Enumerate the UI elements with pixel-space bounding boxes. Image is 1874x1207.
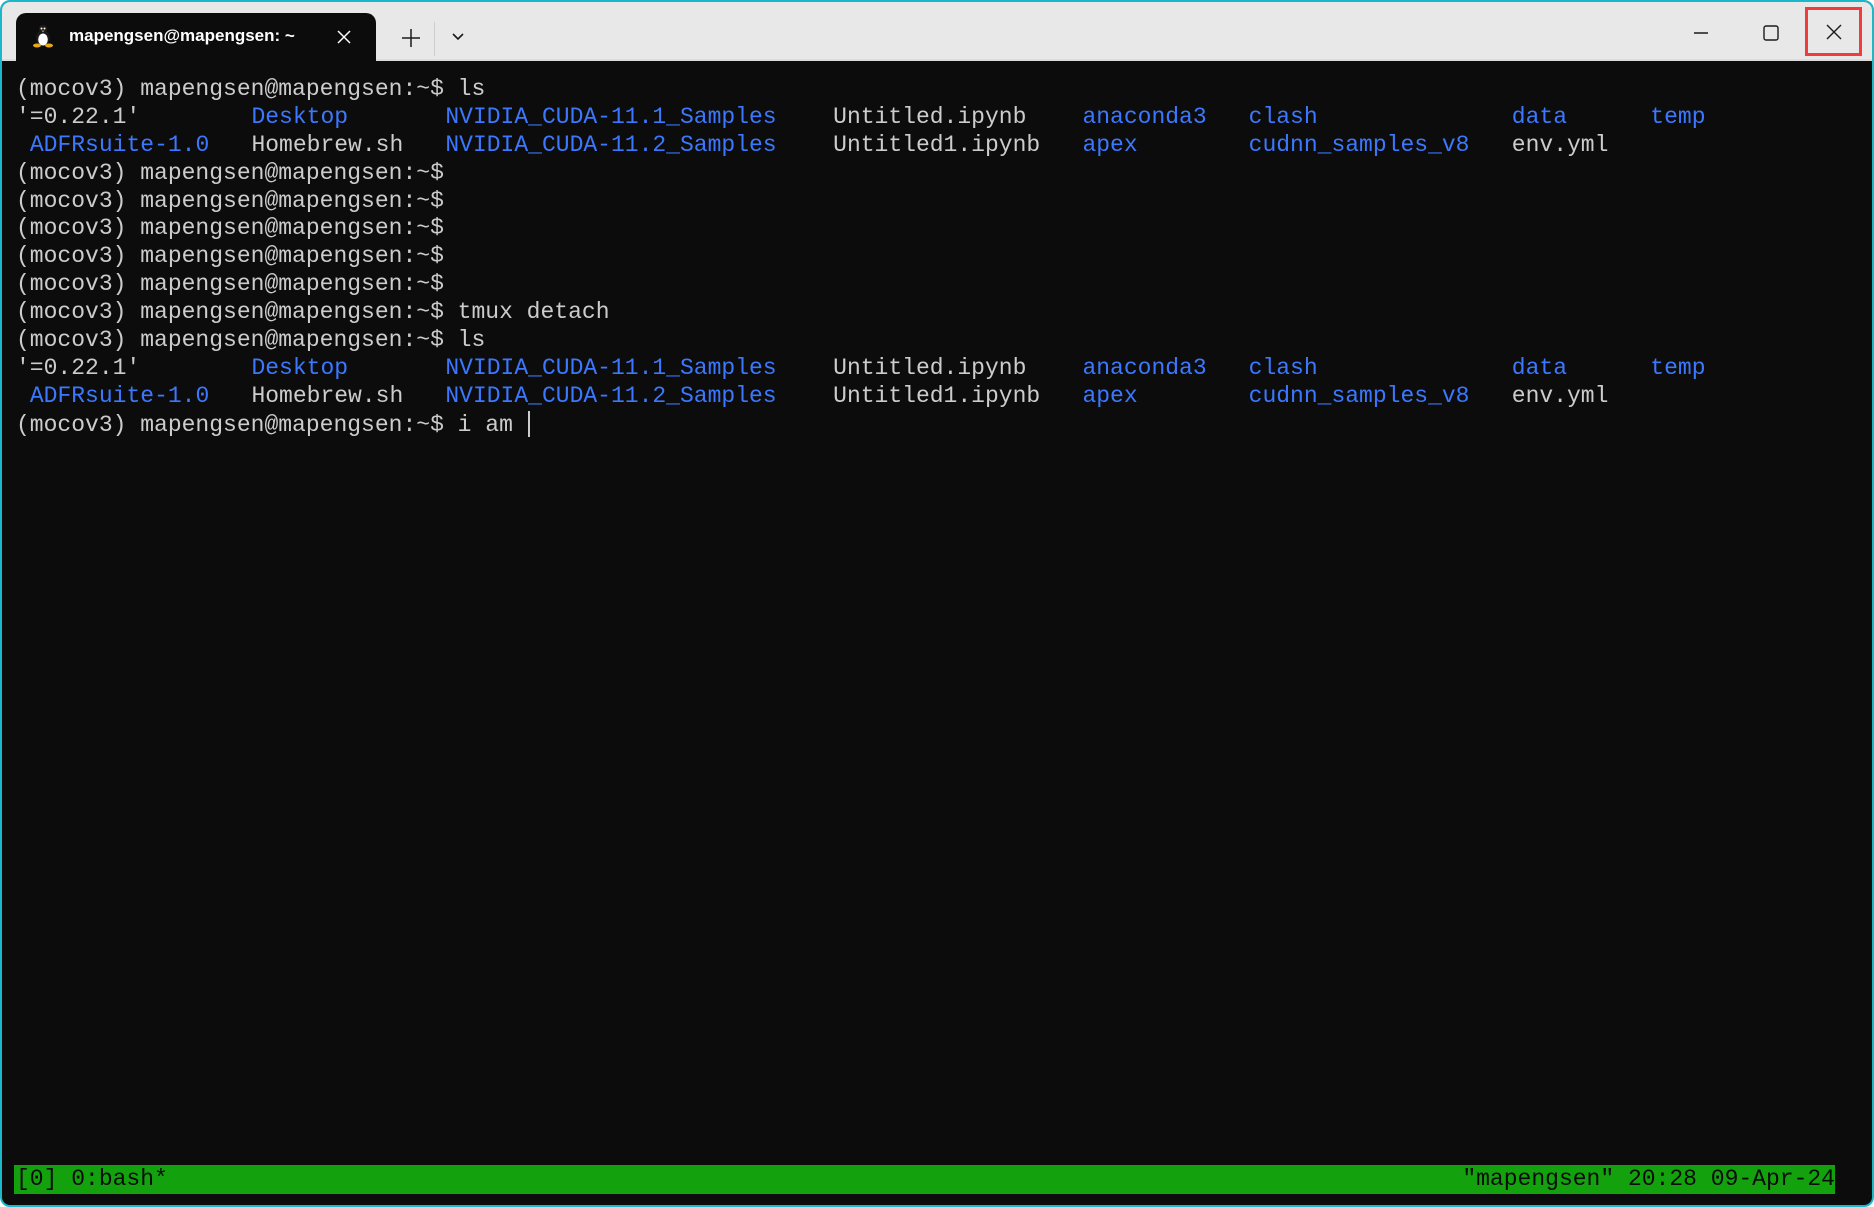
directory-entry: anaconda3 [1082, 104, 1206, 132]
directory-entry: Desktop [251, 355, 348, 383]
terminal-line: (mocov3) mapengsen@mapengsen:~$ tmux det… [16, 299, 530, 327]
tab-close-icon[interactable] [334, 27, 354, 47]
maximize-button[interactable] [1756, 18, 1786, 48]
terminal-text: '=0.22.1' [16, 104, 140, 132]
terminal-text: Homebrew.sh [251, 132, 403, 160]
directory-entry: data [1512, 355, 1567, 383]
terminal-line: (mocov3) mapengsen@mapengsen:~$ ls [16, 76, 530, 104]
terminal-text: (mocov3) mapengsen@mapengsen:~$ [16, 160, 444, 188]
directory-entry: cudnn_samples_v8 [1249, 383, 1470, 411]
directory-entry: apex [1082, 132, 1137, 160]
terminal-text: Untitled.ipynb [833, 355, 1026, 383]
tab-active[interactable]: mapengsen@mapengsen: ~ [16, 13, 376, 61]
directory-entry: clash [1249, 104, 1318, 132]
terminal-line: (mocov3) mapengsen@mapengsen:~$ [16, 215, 530, 243]
directory-entry: data [1512, 104, 1567, 132]
terminal-text: (mocov3) mapengsen@mapengsen:~$ tmux det… [16, 299, 610, 327]
directory-entry: temp [1650, 355, 1705, 383]
terminal-text: (mocov3) mapengsen@mapengsen:~$ [16, 215, 444, 243]
terminal-line: ADFRsuite-1.0Homebrew.shNVIDIA_CUDA-11.2… [16, 132, 530, 160]
plus-icon [399, 26, 423, 50]
tmux-status-bar: [0] 0:bash* "mapengsen" 20:28 09-Apr-24 [14, 1165, 1835, 1194]
minimize-icon [1686, 20, 1716, 50]
terminal-line: ADFRsuite-1.0Homebrew.shNVIDIA_CUDA-11.2… [16, 383, 530, 411]
terminal-line: (mocov3) mapengsen@mapengsen:~$ [16, 160, 530, 188]
directory-entry: Desktop [251, 104, 348, 132]
terminal-text: env.yml [1512, 132, 1609, 160]
new-tab-button[interactable] [399, 26, 423, 50]
directory-entry: NVIDIA_CUDA-11.2_Samples [445, 132, 776, 160]
tmux-status-info: "mapengsen" 20:28 09-Apr-24 [1462, 1165, 1835, 1194]
tab-title: mapengsen@mapengsen: ~ [69, 26, 295, 46]
directory-entry: NVIDIA_CUDA-11.1_Samples [445, 355, 776, 383]
terminal-line: '=0.22.1'DesktopNVIDIA_CUDA-11.1_Samples… [16, 355, 530, 383]
title-bar: mapengsen@mapengsen: ~ [2, 2, 1872, 61]
terminal-text: (mocov3) mapengsen@mapengsen:~$ ls [16, 327, 485, 355]
tab-dropdown-button[interactable] [449, 28, 467, 46]
terminal-text: (mocov3) mapengsen@mapengsen:~$ [16, 243, 444, 271]
terminal-text: Homebrew.sh [251, 383, 403, 411]
close-button[interactable] [1805, 7, 1862, 56]
terminal-line: (mocov3) mapengsen@mapengsen:~$ [16, 243, 530, 271]
directory-entry: ADFRsuite-1.0 [30, 132, 209, 160]
close-icon [1824, 22, 1844, 42]
directory-entry: apex [1082, 383, 1137, 411]
prompt: (mocov3) mapengsen@mapengsen:~$ [16, 412, 458, 438]
text-cursor [528, 411, 530, 437]
terminal-text: Untitled.ipynb [833, 104, 1026, 132]
command-line[interactable]: (mocov3) mapengsen@mapengsen:~$ i am [16, 411, 530, 439]
terminal-text: '=0.22.1' [16, 355, 140, 383]
terminal-line: (mocov3) mapengsen@mapengsen:~$ [16, 188, 530, 216]
directory-entry: anaconda3 [1082, 355, 1206, 383]
terminal-line: (mocov3) mapengsen@mapengsen:~$ ls [16, 327, 530, 355]
directory-entry: clash [1249, 355, 1318, 383]
directory-entry: temp [1650, 104, 1705, 132]
terminal-window: mapengsen@mapengsen: ~ (mocov3) mapengse… [0, 0, 1874, 1207]
terminal-text: Untitled1.ipynb [833, 383, 1040, 411]
tmux-window-list[interactable]: [0] 0:bash* [16, 1165, 168, 1194]
terminal-line: (mocov3) mapengsen@mapengsen:~$ [16, 271, 530, 299]
terminal-output: (mocov3) mapengsen@mapengsen:~$ ls'=0.22… [16, 76, 530, 439]
terminal-text: Untitled1.ipynb [833, 132, 1040, 160]
chevron-down-icon [449, 28, 467, 46]
directory-entry: NVIDIA_CUDA-11.1_Samples [445, 104, 776, 132]
terminal-text: (mocov3) mapengsen@mapengsen:~$ [16, 188, 444, 216]
minimize-button[interactable] [1686, 20, 1716, 50]
terminal-text: (mocov3) mapengsen@mapengsen:~$ [16, 271, 444, 299]
command-input[interactable]: i am [458, 412, 527, 438]
terminal-line: '=0.22.1'DesktopNVIDIA_CUDA-11.1_Samples… [16, 104, 530, 132]
tab-divider [434, 22, 435, 56]
directory-entry: cudnn_samples_v8 [1249, 132, 1470, 160]
terminal-text: env.yml [1512, 383, 1609, 411]
terminal-content[interactable]: (mocov3) mapengsen@mapengsen:~$ ls'=0.22… [2, 61, 1872, 1161]
directory-entry: NVIDIA_CUDA-11.2_Samples [445, 383, 776, 411]
terminal-text: (mocov3) mapengsen@mapengsen:~$ ls [16, 76, 485, 104]
directory-entry: ADFRsuite-1.0 [30, 383, 209, 411]
linux-tux-icon [32, 24, 54, 48]
maximize-icon [1756, 18, 1786, 48]
